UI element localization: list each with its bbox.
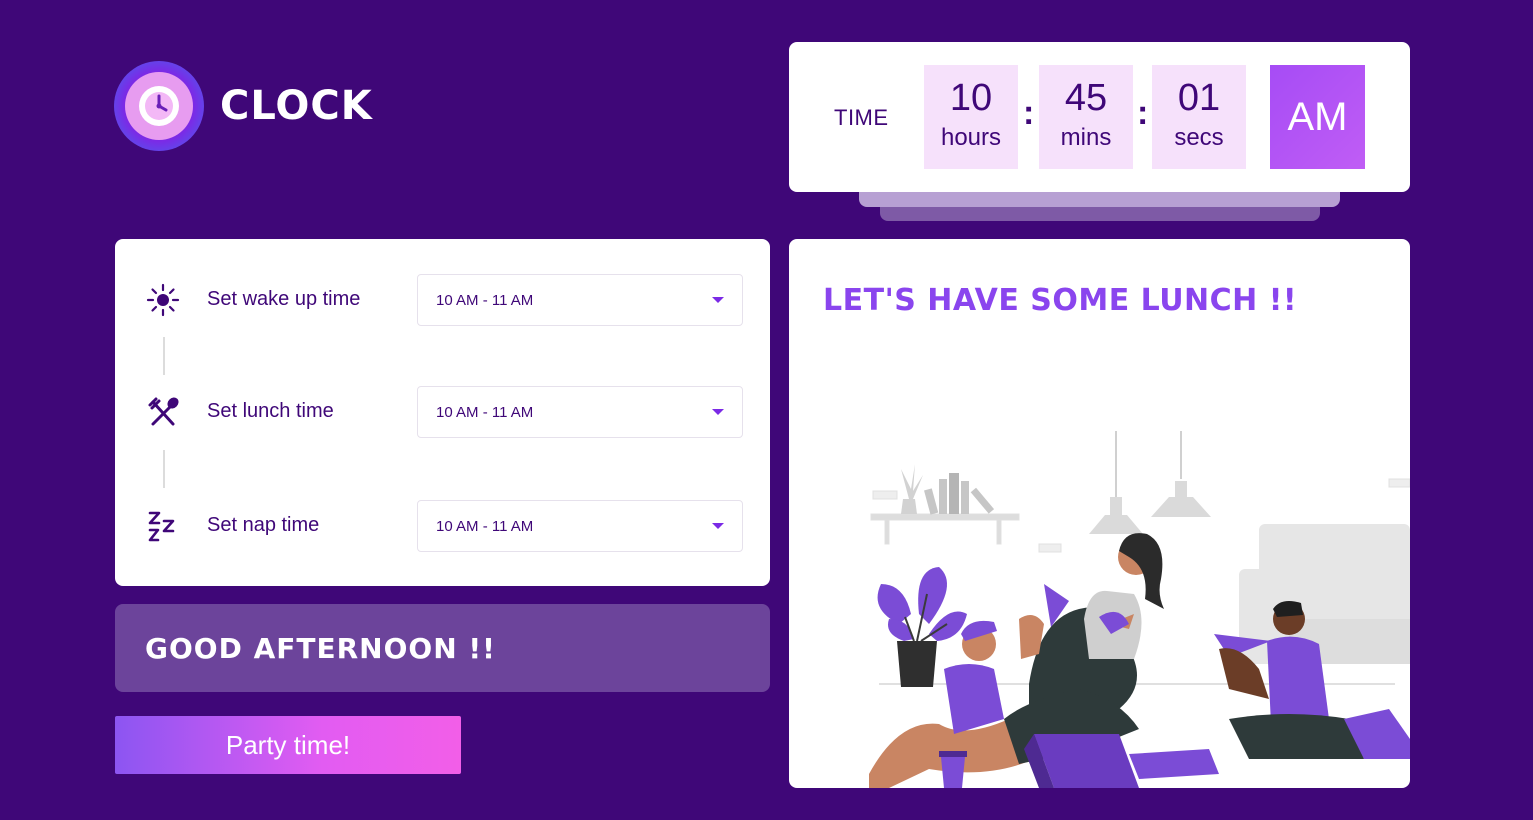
time-separator: : — [1023, 94, 1035, 132]
row-connector — [163, 337, 165, 375]
app-logo: CLOCK — [114, 61, 373, 151]
chevron-down-icon — [712, 523, 724, 529]
seconds-box: 01 secs — [1152, 65, 1246, 169]
hours-value: 10 — [949, 77, 993, 119]
nap-time-row: Set nap time 10 AM - 11 AM — [115, 500, 770, 552]
minutes-value: 45 — [1064, 77, 1108, 119]
sleep-zzz-icon — [145, 508, 181, 544]
minutes-unit: mins — [1060, 124, 1112, 151]
party-time-button[interactable]: Party time! — [115, 716, 461, 774]
wake-time-label: Set wake up time — [207, 288, 361, 310]
lunch-time-label: Set lunch time — [207, 400, 334, 422]
lunch-time-value: 10 AM - 11 AM — [436, 404, 534, 421]
greeting-banner: GOOD AFTERNOON !! — [115, 604, 770, 692]
chevron-down-icon — [712, 409, 724, 415]
nap-time-select[interactable]: 10 AM - 11 AM — [417, 500, 743, 552]
minutes-box: 45 mins — [1039, 65, 1133, 169]
message-card: LET'S HAVE SOME LUNCH !! — [789, 239, 1410, 788]
seconds-value: 01 — [1177, 77, 1221, 119]
schedule-settings-card: Set wake up time 10 AM - 11 AM Set lunch… — [115, 239, 770, 586]
hours-unit: hours — [940, 124, 1002, 151]
lunch-time-select[interactable]: 10 AM - 11 AM — [417, 386, 743, 438]
app-title: CLOCK — [220, 83, 373, 129]
time-display-card: TIME 10 hours : 45 mins : 01 secs AM — [789, 42, 1410, 192]
wake-time-value: 10 AM - 11 AM — [436, 292, 534, 309]
seconds-unit: secs — [1174, 124, 1224, 151]
time-separator: : — [1137, 94, 1149, 132]
lunch-time-row: Set lunch time 10 AM - 11 AM — [115, 386, 770, 438]
hours-box: 10 hours — [924, 65, 1018, 169]
clock-icon — [114, 61, 204, 151]
message-text: LET'S HAVE SOME LUNCH !! — [823, 283, 1298, 318]
friends-eating-pizza-illustration — [869, 431, 1410, 788]
wake-time-select[interactable]: 10 AM - 11 AM — [417, 274, 743, 326]
chevron-down-icon — [712, 297, 724, 303]
nap-time-value: 10 AM - 11 AM — [436, 518, 534, 535]
nap-time-label: Set nap time — [207, 514, 320, 536]
row-connector — [163, 450, 165, 488]
wake-time-row: Set wake up time 10 AM - 11 AM — [115, 274, 770, 326]
am-pm-indicator: AM — [1270, 65, 1365, 169]
greeting-text: GOOD AFTERNOON !! — [145, 632, 496, 665]
fork-spoon-icon — [145, 394, 181, 430]
time-label: TIME — [834, 105, 889, 130]
sun-icon — [145, 282, 181, 318]
